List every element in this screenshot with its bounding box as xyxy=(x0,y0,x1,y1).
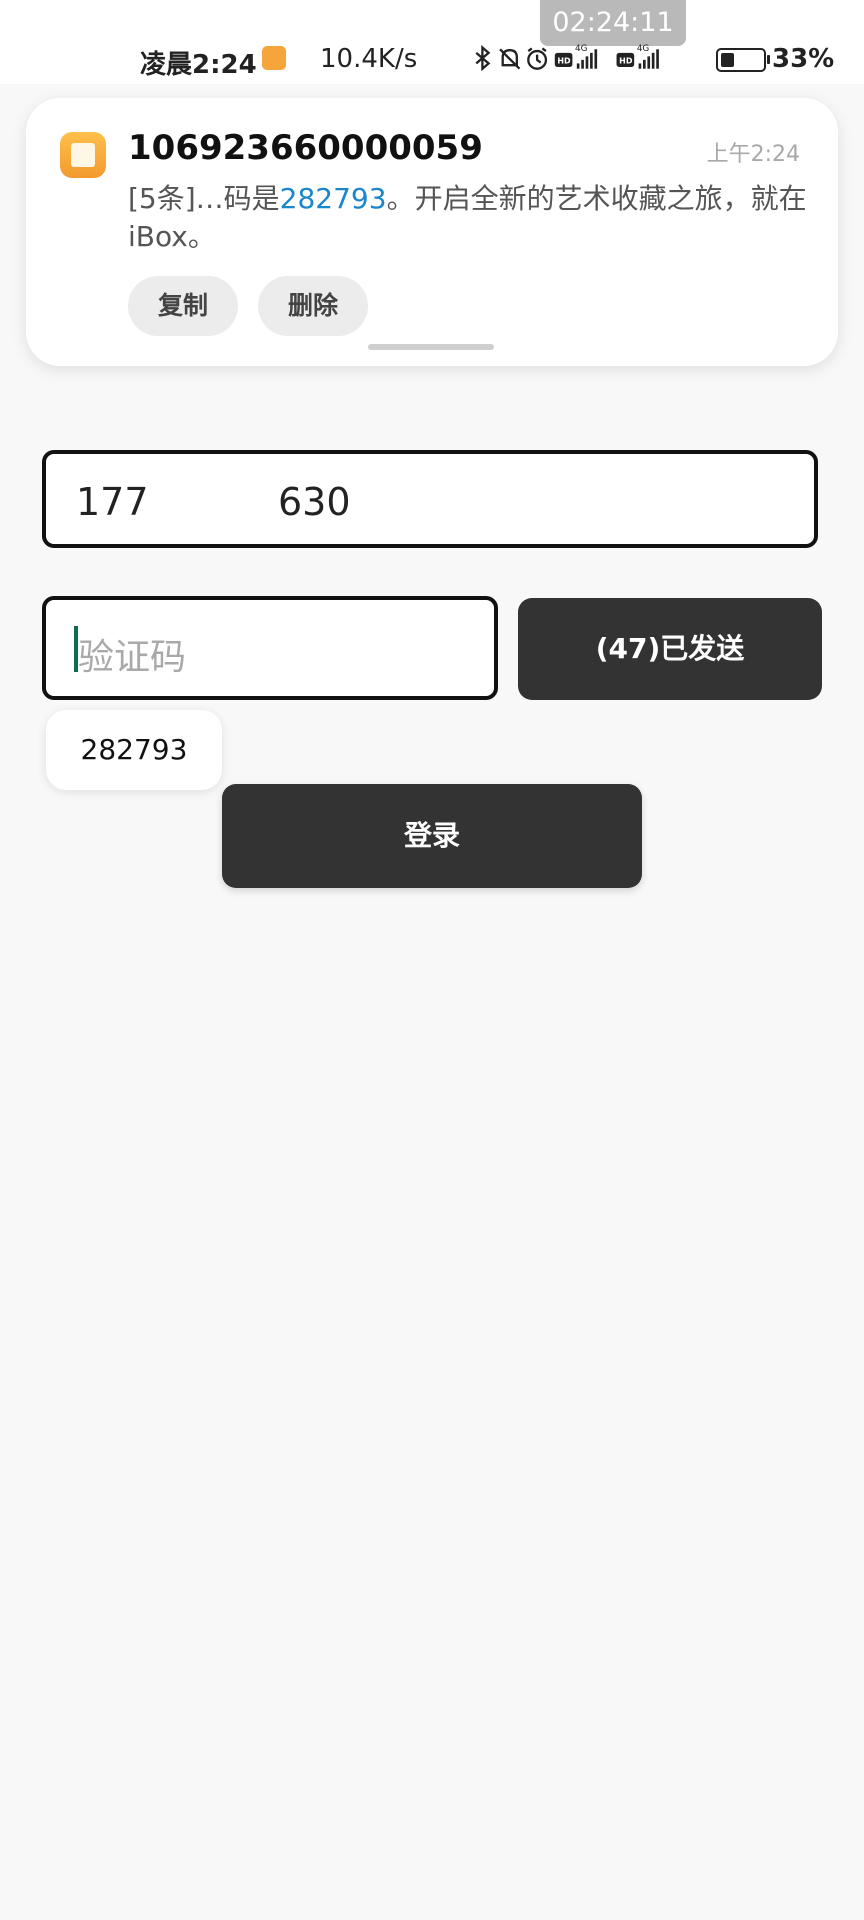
redacted-mask xyxy=(178,468,278,532)
battery-level xyxy=(721,53,734,67)
signal-icon: HD 4G xyxy=(554,44,598,69)
svg-text:HD: HD xyxy=(557,56,571,65)
alarm-icon xyxy=(527,47,548,70)
code-placeholder: 验证码 xyxy=(78,637,187,678)
sms-notification[interactable]: 106923660000059 上午2:24 [5条]…码是282793。开启全… xyxy=(26,98,838,366)
autofill-code-suggestion[interactable]: 282793 xyxy=(46,710,222,790)
bell-muted-icon xyxy=(499,48,521,70)
message-prefix: [5条]…码是 xyxy=(128,182,280,215)
notification-message: [5条]…码是282793。开启全新的艺术收藏之旅，就在iBox。 xyxy=(128,180,808,256)
signal-icon: HD 4G xyxy=(616,44,659,69)
network-speed: 10.4K/s xyxy=(320,44,418,74)
status-bar: 02:24:11 凌晨2:24 10.4K/s HD 4G HD 4G 33% xyxy=(0,0,864,84)
status-icons: HD 4G HD 4G xyxy=(475,44,659,72)
battery-icon xyxy=(716,48,770,72)
phone-value-end: 630 xyxy=(278,480,351,524)
bluetooth-icon xyxy=(475,45,491,72)
recording-timer: 02:24:11 xyxy=(540,0,686,46)
login-button[interactable]: 登录 xyxy=(222,784,642,888)
messages-app-icon xyxy=(60,132,106,178)
phone-number-field[interactable]: 177 630 xyxy=(42,450,818,548)
svg-text:HD: HD xyxy=(619,56,633,65)
status-time: 凌晨2:24 xyxy=(140,50,257,80)
send-code-button[interactable]: (47)已发送 xyxy=(518,598,822,700)
message-code[interactable]: 282793 xyxy=(280,182,387,215)
copy-button[interactable]: 复制 xyxy=(128,276,238,336)
notification-time: 上午2:24 xyxy=(706,142,800,167)
message-app-icon xyxy=(262,46,286,70)
phone-value-start: 177 xyxy=(76,480,149,524)
notification-sender: 106923660000059 xyxy=(128,128,483,168)
svg-text:4G: 4G xyxy=(637,44,650,54)
battery-percent: 33% xyxy=(772,44,835,74)
svg-text:4G: 4G xyxy=(575,44,588,54)
delete-button[interactable]: 删除 xyxy=(258,276,368,336)
notification-drag-handle[interactable] xyxy=(368,344,494,350)
verification-code-input[interactable]: 验证码 xyxy=(42,596,498,700)
